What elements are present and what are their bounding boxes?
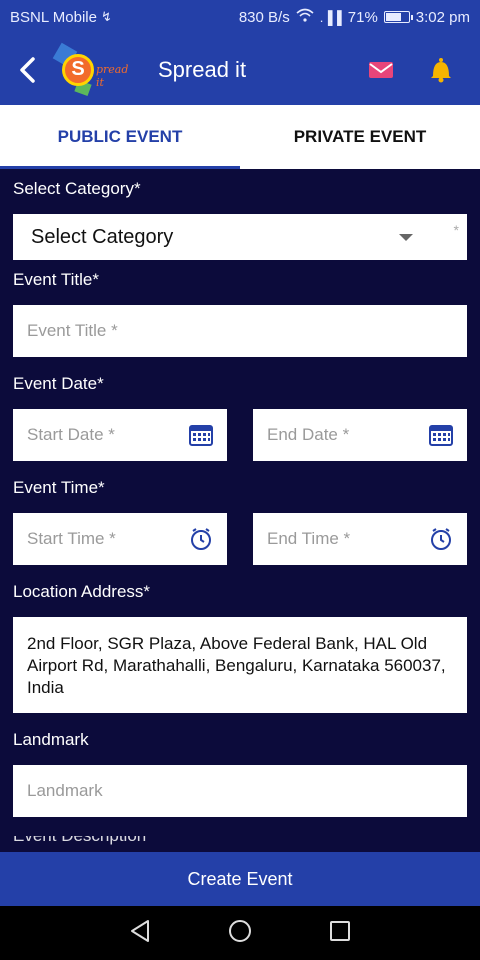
system-nav-bar bbox=[0, 906, 480, 960]
signal-icon: .▐▐ bbox=[319, 9, 342, 25]
clock-icon[interactable] bbox=[429, 527, 453, 551]
usb-icon: ↯ bbox=[100, 9, 112, 24]
logo-word: pread it bbox=[96, 62, 129, 89]
event-time-label: Event Time* bbox=[13, 478, 105, 497]
calendar-icon[interactable] bbox=[189, 424, 213, 446]
network-speed: 830 B/s bbox=[238, 8, 290, 26]
event-date-label: Event Date* bbox=[13, 374, 104, 393]
location-address-input[interactable]: 2nd Floor, SGR Plaza, Above Federal Bank… bbox=[13, 617, 467, 713]
start-time-input[interactable]: Start Time * bbox=[13, 513, 227, 565]
category-select[interactable]: Select Category * bbox=[13, 214, 467, 260]
landmark-input[interactable]: Landmark bbox=[13, 765, 467, 817]
logo-letter: S bbox=[62, 53, 94, 86]
carrier-name: BSNL Mobile bbox=[10, 8, 97, 26]
nav-home-icon[interactable] bbox=[228, 919, 252, 948]
battery-icon bbox=[383, 11, 413, 23]
bell-icon[interactable] bbox=[426, 55, 456, 85]
end-date-input[interactable]: End Date * bbox=[253, 409, 467, 461]
nav-back-icon[interactable] bbox=[129, 919, 151, 948]
battery-percent: 71% bbox=[347, 8, 378, 26]
start-date-input[interactable]: Start Date * bbox=[13, 409, 227, 461]
clock-icon[interactable] bbox=[189, 527, 213, 551]
event-title-label: Event Title* bbox=[13, 270, 99, 289]
mail-icon[interactable] bbox=[366, 55, 396, 85]
category-label: Select Category* bbox=[13, 179, 141, 198]
tab-public-event[interactable]: PUBLIC EVENT bbox=[0, 105, 240, 169]
chevron-left-icon bbox=[20, 56, 35, 83]
app-bar: S pread it Spread it bbox=[0, 34, 480, 105]
create-event-button[interactable]: Create Event bbox=[0, 852, 480, 906]
tab-private-event[interactable]: PRIVATE EVENT bbox=[240, 105, 480, 169]
wifi-icon bbox=[296, 8, 314, 26]
end-time-input[interactable]: End Time * bbox=[253, 513, 467, 565]
landmark-placeholder: Landmark bbox=[27, 781, 103, 800]
event-title-input[interactable]: Event Title * bbox=[13, 305, 467, 357]
start-time-placeholder: Start Time * bbox=[27, 529, 116, 548]
app-title: Spread it bbox=[158, 56, 247, 82]
end-time-placeholder: End Time * bbox=[267, 529, 351, 548]
required-marker: * bbox=[453, 222, 459, 238]
start-date-placeholder: Start Date * bbox=[27, 425, 115, 444]
calendar-icon[interactable] bbox=[429, 424, 453, 446]
location-address-label: Location Address* bbox=[13, 582, 151, 601]
event-tabs: PUBLIC EVENT PRIVATE EVENT bbox=[0, 105, 480, 169]
dropdown-arrow-icon bbox=[399, 234, 413, 241]
category-value: Select Category bbox=[31, 225, 174, 248]
back-button[interactable] bbox=[0, 34, 54, 105]
event-description-label: Event Description* bbox=[13, 836, 193, 852]
status-bar: BSNL Mobile ↯ 830 B/s .▐▐ 71% 3:02 pm bbox=[0, 0, 480, 34]
end-date-placeholder: End Date * bbox=[267, 425, 350, 444]
app-logo: S pread it bbox=[52, 42, 136, 98]
landmark-label: Landmark bbox=[13, 730, 89, 749]
event-title-placeholder: Event Title * bbox=[27, 321, 118, 340]
nav-recents-icon[interactable] bbox=[329, 920, 351, 947]
clock: 3:02 pm bbox=[415, 8, 470, 26]
